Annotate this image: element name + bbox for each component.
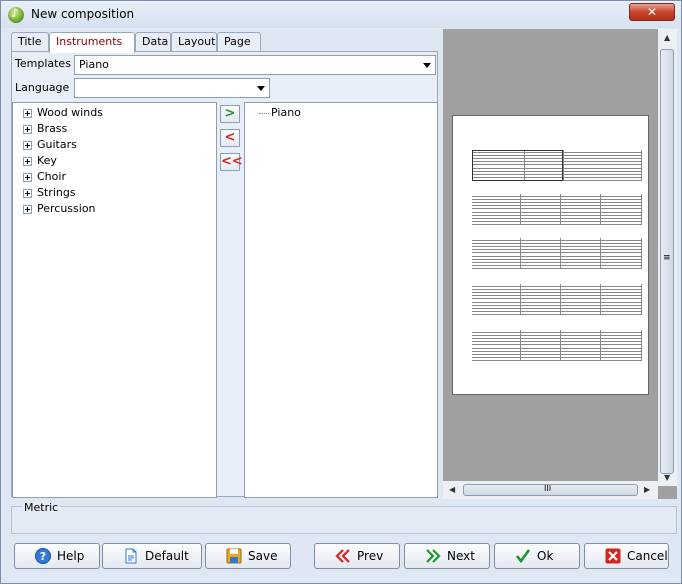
cancel-button[interactable]: Cancel xyxy=(584,543,669,569)
prev-label: Prev xyxy=(357,549,384,563)
title-bar: New composition ✕ xyxy=(1,1,681,28)
preview-page xyxy=(452,115,649,395)
list-item-label: Piano xyxy=(271,106,301,119)
save-button[interactable]: Save xyxy=(205,543,291,569)
save-label: Save xyxy=(248,549,278,563)
tab-page[interactable]: Page xyxy=(217,32,261,52)
add-instrument-button[interactable]: > xyxy=(220,105,240,123)
expand-icon[interactable] xyxy=(23,205,32,214)
expand-icon[interactable] xyxy=(23,109,32,118)
staff-system xyxy=(472,194,642,225)
next-label: Next xyxy=(447,549,475,563)
tab-data[interactable]: Data xyxy=(135,32,171,52)
dialog-content: Title Instruments Data Layout Page Templ… xyxy=(7,29,677,579)
staff-system xyxy=(472,284,642,315)
staff-system xyxy=(472,150,642,181)
expand-icon[interactable] xyxy=(23,157,32,166)
tab-instruments[interactable]: Instruments xyxy=(49,32,135,53)
new-composition-dialog: New composition ✕ Title Instruments Data… xyxy=(0,0,682,584)
staff-system xyxy=(472,330,642,361)
scroll-right-icon[interactable]: ▶ xyxy=(644,485,650,494)
tab-layout[interactable]: Layout xyxy=(171,32,217,52)
chevron-down-icon xyxy=(257,86,265,91)
expand-icon[interactable] xyxy=(23,141,32,150)
expand-icon[interactable] xyxy=(23,125,32,134)
cross-icon xyxy=(605,548,621,564)
metric-group: Metric xyxy=(11,501,677,534)
save-icon xyxy=(226,548,242,564)
metric-label: Metric xyxy=(22,501,61,514)
tab-title[interactable]: Title xyxy=(11,32,49,52)
grip-icon: ≡ xyxy=(663,253,671,263)
checkmark-icon xyxy=(515,549,531,564)
tree-item-label: Choir xyxy=(37,170,66,183)
staff-system xyxy=(472,238,642,269)
default-button[interactable]: Default xyxy=(102,543,202,569)
horizontal-scroll-thumb[interactable]: III xyxy=(463,484,638,496)
preview-vertical-scrollbar[interactable]: ▲ ≡ ▼ xyxy=(658,29,677,486)
templates-value: Piano xyxy=(79,58,109,71)
expand-icon[interactable] xyxy=(23,189,32,198)
double-chevron-right-icon xyxy=(426,549,441,563)
vertical-scroll-thumb[interactable]: ≡ xyxy=(660,49,674,474)
ok-button[interactable]: Ok xyxy=(494,543,580,569)
prev-button[interactable]: Prev xyxy=(314,543,400,569)
remove-all-instruments-button[interactable]: << xyxy=(220,153,243,171)
tree-item-label: Brass xyxy=(37,122,68,135)
language-select[interactable] xyxy=(74,78,270,98)
svg-text:?: ? xyxy=(40,550,46,563)
templates-select[interactable]: Piano xyxy=(74,55,436,75)
help-button[interactable]: ? Help xyxy=(14,543,100,569)
tree-item-label: Wood winds xyxy=(37,106,103,119)
grip-icon: III xyxy=(544,484,552,493)
tree-item-label: Strings xyxy=(37,186,76,199)
scroll-left-icon[interactable]: ◀ xyxy=(449,485,455,494)
help-icon: ? xyxy=(35,548,51,564)
default-label: Default xyxy=(145,549,189,563)
tree-item-label: Percussion xyxy=(37,202,96,215)
document-icon xyxy=(125,548,137,564)
expand-icon[interactable] xyxy=(23,173,32,182)
score-preview: ▲ ≡ ▼ ◀ III ▶ xyxy=(443,29,677,499)
close-button[interactable]: ✕ xyxy=(629,3,675,21)
tree-connector xyxy=(259,113,269,114)
remove-instrument-button[interactable]: < xyxy=(220,129,240,147)
tree-item-label: Key xyxy=(37,154,57,167)
ok-label: Ok xyxy=(537,549,554,563)
chevron-down-icon xyxy=(423,63,431,68)
tree-item-label: Guitars xyxy=(37,138,77,151)
help-label: Help xyxy=(57,549,85,563)
instrument-groups-tree[interactable]: Wood winds Brass Guitars Key Choir Strin… xyxy=(12,102,217,498)
cancel-label: Cancel xyxy=(627,549,668,563)
scroll-down-icon[interactable]: ▼ xyxy=(664,473,670,482)
app-music-icon xyxy=(8,6,24,23)
scroll-up-icon[interactable]: ▲ xyxy=(664,33,670,42)
preview-horizontal-scrollbar[interactable]: ◀ III ▶ xyxy=(443,481,658,499)
templates-label: Templates xyxy=(15,57,71,70)
instruments-panel: Templates Piano Language Wood winds Bras… xyxy=(11,51,438,498)
double-chevron-left-icon xyxy=(335,549,350,563)
next-button[interactable]: Next xyxy=(404,543,490,569)
selected-instruments-list[interactable]: Piano xyxy=(244,102,438,498)
window-title: New composition xyxy=(31,7,135,21)
language-label: Language xyxy=(15,81,70,94)
